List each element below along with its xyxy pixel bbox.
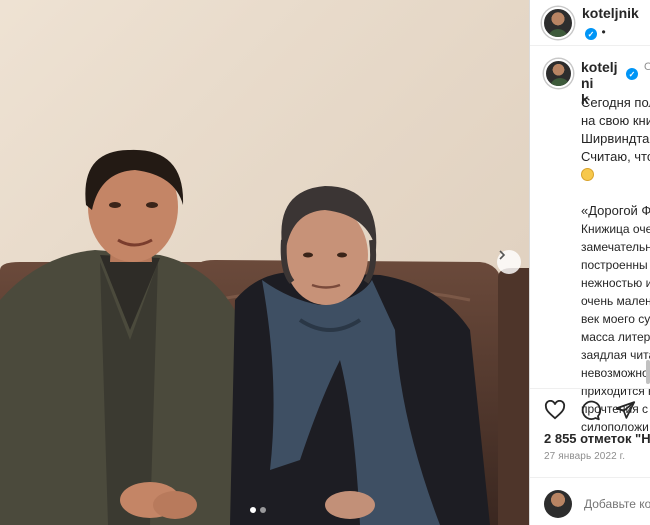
- caption-line: нежностью и: [581, 276, 650, 290]
- add-comment-row: [530, 477, 650, 525]
- caption-line: невозможно: [581, 366, 649, 380]
- avatar: [544, 489, 572, 518]
- carousel-next-button[interactable]: [497, 250, 521, 274]
- verified-badge-icon: ✓: [585, 28, 597, 40]
- comment-icon[interactable]: [580, 400, 601, 421]
- post-author[interactable]: koteljnik ✓ •: [582, 5, 650, 41]
- caption-line: век моего су: [581, 312, 650, 326]
- post-actions: 2 855 отметок "Нр 27 январь 2022 г.: [530, 388, 650, 525]
- chevron-right-icon: [499, 250, 506, 260]
- verified-badge-icon: ✓: [626, 68, 638, 80]
- caption-username-line-1: koteljni: [581, 59, 618, 91]
- avatar[interactable]: [542, 6, 574, 39]
- caption-line: замечательн: [581, 240, 650, 254]
- caption-line: заядлая чита: [581, 348, 650, 362]
- post-photo[interactable]: [0, 0, 529, 525]
- caption-line: масса литера: [581, 330, 650, 344]
- photo-illustration: [0, 0, 529, 525]
- caption-line: очень мален: [581, 294, 650, 308]
- comment-input[interactable]: [584, 496, 650, 511]
- caption-line: Считаю, что: [581, 149, 650, 164]
- more-icon[interactable]: •: [601, 25, 605, 39]
- caption-time: О: [644, 59, 650, 75]
- carousel-dot-1: [250, 507, 256, 513]
- likes-count[interactable]: 2 855 отметок "Нр: [544, 431, 650, 446]
- username-link[interactable]: koteljnik: [582, 5, 639, 21]
- caption-avatar[interactable]: [544, 59, 573, 88]
- caption-line: Книжица оче: [581, 222, 650, 236]
- caption-scrollbar[interactable]: [646, 360, 650, 384]
- post-date[interactable]: 27 январь 2022 г.: [544, 451, 650, 462]
- share-icon[interactable]: [615, 400, 636, 420]
- post-header: koteljnik ✓ •: [530, 0, 650, 46]
- smile-emoji-icon: [581, 168, 594, 181]
- caption-text: Сегодня пол на свою книг Ширвиндта. Счит…: [581, 94, 650, 436]
- carousel-indicator: [250, 507, 266, 513]
- caption-line: построенны: [581, 258, 648, 272]
- caption-line: на свою книг: [581, 113, 650, 128]
- post-side-panel: koteljnik✓ • koteljni k ✓ О Сегодня пол …: [529, 0, 650, 525]
- caption-line: Сегодня пол: [581, 95, 650, 110]
- heart-icon[interactable]: [544, 400, 566, 420]
- caption-line: «Дорогой Фи: [581, 203, 650, 218]
- carousel-dot-2: [260, 507, 266, 513]
- caption-line: Ширвиндта.: [581, 131, 650, 146]
